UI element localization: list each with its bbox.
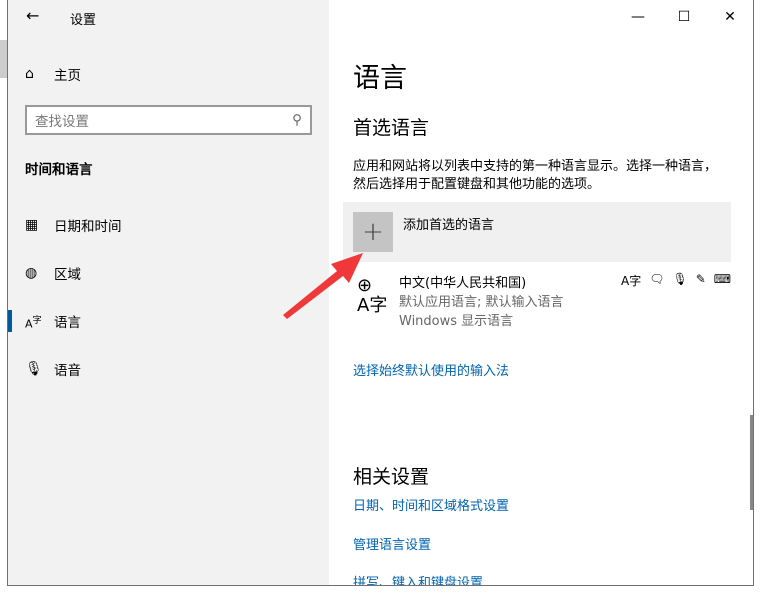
search-placeholder: 查找设置: [35, 114, 89, 130]
language-detail: 默认应用语言; 默认输入语言: [399, 295, 564, 310]
input-method-link[interactable]: 选择始终默认使用的输入法: [353, 360, 509, 379]
region-format-link[interactable]: 日期、时间和区域格式设置: [353, 495, 509, 514]
language-detail: Windows 显示语言: [399, 314, 514, 329]
handwriting-icon: ✎: [695, 272, 706, 286]
add-language-label: 添加首选的语言: [403, 218, 495, 233]
globe-icon: ◍: [25, 265, 38, 281]
sidebar-item-label: 日期和时间: [54, 219, 122, 235]
back-button[interactable]: ←: [26, 6, 39, 25]
calendar-clock-icon: ▦: [25, 217, 39, 233]
microphone-icon: 🎙︎: [25, 361, 43, 377]
page-title: 语言: [353, 63, 407, 94]
speech-bubble-icon: 🗨︎: [649, 272, 665, 286]
language-name: 中文(中华人民共和国): [399, 276, 527, 291]
search-icon: ⚲: [292, 112, 302, 128]
minimize-button[interactable]: —: [615, 0, 661, 34]
section-heading: 时间和语言: [25, 162, 93, 178]
spelling-keyboard-link[interactable]: 拼写、键入和键盘设置: [353, 572, 483, 585]
selection-indicator: [8, 310, 12, 332]
main-panel: — ☐ ✕ 语言 首选语言 应用和网站将以列表中支持的第一种语言显示。选择一种语…: [329, 0, 753, 585]
preferred-heading: 首选语言: [353, 117, 430, 139]
maximize-button[interactable]: ☐: [661, 0, 707, 34]
home-icon: ⌂: [25, 66, 34, 82]
language-icon: A字: [25, 314, 42, 331]
sidebar-item-date-time[interactable]: ▦ 日期和时间: [8, 205, 329, 245]
language-features: A字 🗨︎ 🎙︎ ✎ ⌨: [613, 272, 731, 289]
scrollbar[interactable]: [750, 415, 753, 510]
add-language-button[interactable]: + 添加首选的语言: [343, 202, 731, 262]
red-arrow-annotation: [283, 253, 363, 319]
close-button[interactable]: ✕: [707, 0, 753, 34]
sidebar-item-speech[interactable]: 🎙︎ 语音: [8, 349, 329, 389]
window-title: 设置: [70, 13, 97, 28]
display-language-icon: A字: [621, 274, 642, 288]
search-input[interactable]: 查找设置 ⚲: [25, 105, 312, 135]
sidebar-item-label: 主页: [54, 68, 81, 84]
settings-window: ← 设置 ⌂ 主页 查找设置 ⚲ 时间和语言 ▦ 日期和时间 ◍ 区域 A字 语…: [7, 0, 754, 586]
sidebar-item-label: 区域: [54, 267, 81, 283]
sidebar-item-label: 语言: [54, 315, 81, 331]
language-list-item[interactable]: ⊕ A字 中文(中华人民共和国) 默认应用语言; 默认输入语言 Windows 显…: [353, 272, 743, 330]
manage-language-link[interactable]: 管理语言设置: [353, 534, 431, 553]
keyboard-icon: ⌨: [713, 272, 732, 286]
description: 应用和网站将以列表中支持的第一种语言显示。选择一种语言，然后选择用于配置键盘和其…: [353, 159, 718, 192]
sidebar-item-label: 语音: [54, 363, 81, 379]
related-heading: 相关设置: [353, 466, 430, 488]
sidebar-item-home[interactable]: ⌂ 主页: [8, 54, 329, 94]
microphone-icon: 🎙︎: [672, 272, 688, 286]
